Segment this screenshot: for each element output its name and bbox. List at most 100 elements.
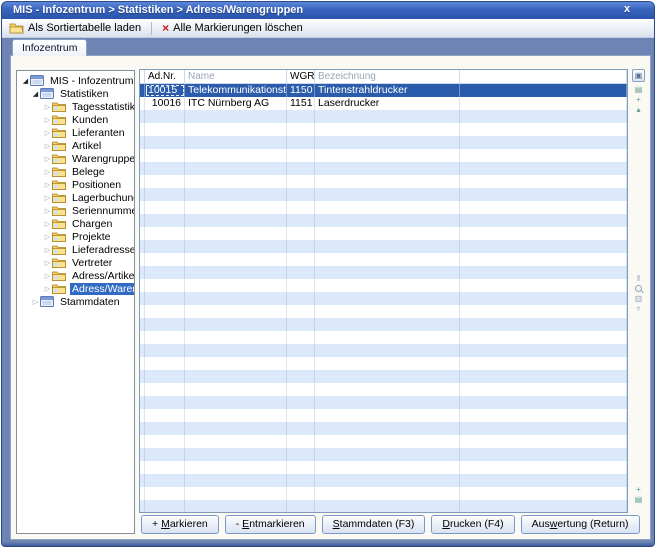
tree-expand-icon[interactable]: ▷ <box>43 272 52 280</box>
sort-up-icon[interactable]: ▴ <box>632 105 645 115</box>
tree-item-artikel[interactable]: ▷ Artikel <box>17 139 134 152</box>
close-button[interactable]: x <box>620 2 634 18</box>
empty-table-row[interactable] <box>140 266 627 279</box>
tree-expand-icon[interactable]: ▷ <box>43 233 52 241</box>
clear-marks-button[interactable]: × Alle Markierungen löschen <box>155 20 310 37</box>
tree-expand-icon[interactable]: ▷ <box>43 129 52 137</box>
empty-table-row[interactable] <box>140 357 627 370</box>
add-icon[interactable]: + <box>632 485 645 495</box>
column-header-name[interactable]: Name <box>185 70 287 83</box>
tree-item-lagerbuchungen[interactable]: ▷ Lagerbuchungen <box>17 191 134 204</box>
tree-item-warengruppen[interactable]: ▷ Warengruppen <box>17 152 134 165</box>
tab-infozentrum[interactable]: Infozentrum <box>12 39 87 56</box>
tree-item-statistiken[interactable]: ◢ Statistiken <box>17 87 134 100</box>
cell-adnr[interactable]: 10015 <box>145 84 185 97</box>
tree-expand-icon[interactable]: ▷ <box>43 194 52 202</box>
cell-empty[interactable] <box>460 97 627 110</box>
empty-table-row[interactable] <box>140 435 627 448</box>
group-icon[interactable]: ▤ <box>632 495 645 505</box>
empty-table-row[interactable] <box>140 448 627 461</box>
tree-item-lieferadressen[interactable]: ▷ Lieferadressen <box>17 243 134 256</box>
tree-expand-icon[interactable]: ▷ <box>43 246 52 254</box>
empty-table-row[interactable] <box>140 305 627 318</box>
tree-expand-icon[interactable]: ▷ <box>43 259 52 267</box>
cell-empty[interactable] <box>460 84 627 97</box>
tree-item-projekte[interactable]: ▷ Projekte <box>17 230 134 243</box>
empty-table-row[interactable] <box>140 396 627 409</box>
empty-table-row[interactable] <box>140 227 627 240</box>
cell-wgr[interactable]: 1150 <box>287 84 315 97</box>
cell-bezeichnung[interactable]: Tintenstrahldrucker <box>315 84 460 97</box>
cell-adnr[interactable]: 10016 <box>145 97 185 110</box>
group-rows-icon[interactable]: ▤ <box>632 85 645 95</box>
cell-name[interactable]: ITC Nürnberg AG <box>185 97 287 110</box>
empty-table-row[interactable] <box>140 487 627 500</box>
tree-item-kunden[interactable]: ▷ Kunden <box>17 113 134 126</box>
tree-expand-icon[interactable]: ▷ <box>43 285 52 293</box>
filter-icon[interactable]: ▿ <box>632 304 645 314</box>
column-header-wgr[interactable]: WGR <box>287 70 315 83</box>
empty-table-row[interactable] <box>140 500 627 513</box>
tree-expand-icon[interactable]: ▷ <box>43 103 52 111</box>
empty-table-row[interactable] <box>140 162 627 175</box>
tree-expand-icon[interactable]: ▷ <box>43 207 52 215</box>
tree-expand-icon[interactable]: ▷ <box>43 220 52 228</box>
tree-expand-icon[interactable]: ▷ <box>43 181 52 189</box>
freeze-columns-icon[interactable]: ‖ <box>632 274 645 284</box>
tree-expand-icon[interactable]: ▷ <box>43 155 52 163</box>
tree-expand-icon[interactable]: ▷ <box>43 116 52 124</box>
grid-menu-icon[interactable]: ▣ <box>632 69 645 82</box>
empty-table-row[interactable] <box>140 123 627 136</box>
empty-table-row[interactable] <box>140 136 627 149</box>
empty-table-row[interactable] <box>140 474 627 487</box>
cell-name[interactable]: Telekommunikationste <box>185 84 287 97</box>
empty-table-row[interactable] <box>140 240 627 253</box>
tree-item-mis-infozentrum[interactable]: ◢ MIS - Infozentrum <box>17 74 134 87</box>
column-header-empty[interactable] <box>460 70 627 83</box>
empty-table-row[interactable] <box>140 344 627 357</box>
column-header-adnr[interactable]: Ad.Nr. ▼ <box>145 70 185 83</box>
tree-item-lieferanten[interactable]: ▷ Lieferanten <box>17 126 134 139</box>
footer-button-markieren[interactable]: + Markieren <box>141 515 219 534</box>
tree-expand-icon[interactable]: ▷ <box>31 298 40 306</box>
empty-table-row[interactable] <box>140 292 627 305</box>
empty-table-row[interactable] <box>140 422 627 435</box>
footer-button-stammdaten-f3[interactable]: Stammdaten (F3) <box>322 515 426 534</box>
empty-table-row[interactable] <box>140 331 627 344</box>
tree-expand-icon[interactable]: ▷ <box>43 168 52 176</box>
tree-item-chargen[interactable]: ▷ Chargen <box>17 217 134 230</box>
tree-item-tagesstatistik[interactable]: ▷ Tagesstatistik <box>17 100 134 113</box>
select-cells-icon[interactable]: ▥ <box>632 294 645 304</box>
column-header-bezeichnung[interactable]: Bezeichnung <box>315 70 460 83</box>
tree-item-stammdaten[interactable]: ▷ Stammdaten <box>17 295 134 308</box>
empty-table-row[interactable] <box>140 149 627 162</box>
tree-item-adress-artikel[interactable]: ▷ Adress/Artikel <box>17 269 134 282</box>
empty-table-row[interactable] <box>140 318 627 331</box>
load-sort-table-button[interactable]: Als Sortiertabelle laden <box>2 20 148 37</box>
empty-table-row[interactable] <box>140 214 627 227</box>
cell-wgr[interactable]: 1151 <box>287 97 315 110</box>
empty-table-row[interactable] <box>140 279 627 292</box>
tree-item-vertreter[interactable]: ▷ Vertreter <box>17 256 134 269</box>
empty-table-row[interactable] <box>140 253 627 266</box>
tree-item-belege[interactable]: ▷ Belege <box>17 165 134 178</box>
tree-item-adress-warengruppen[interactable]: ▷ Adress/Warengruppen <box>17 282 134 295</box>
tree-item-seriennummern[interactable]: ▷ Seriennummern <box>17 204 134 217</box>
empty-table-row[interactable] <box>140 201 627 214</box>
search-icon[interactable] <box>632 284 645 294</box>
cell-bezeichnung[interactable]: Laserdrucker <box>315 97 460 110</box>
empty-table-row[interactable] <box>140 370 627 383</box>
tree-expand-icon[interactable]: ◢ <box>31 90 40 98</box>
footer-button-auswertung-return[interactable]: Auswertung (Return) <box>521 515 640 534</box>
tree-expand-icon[interactable]: ▷ <box>43 142 52 150</box>
empty-table-row[interactable] <box>140 409 627 422</box>
tree-item-positionen[interactable]: ▷ Positionen <box>17 178 134 191</box>
footer-button-entmarkieren[interactable]: - Entmarkieren <box>225 515 316 534</box>
tree-expand-icon[interactable]: ◢ <box>21 77 30 85</box>
empty-table-row[interactable] <box>140 461 627 474</box>
table-row[interactable]: 10016 ITC Nürnberg AG 1151 Laserdrucker <box>140 97 627 110</box>
table-row[interactable]: 10015 Telekommunikationste 1150 Tintenst… <box>140 84 627 97</box>
empty-table-row[interactable] <box>140 383 627 396</box>
footer-button-drucken-f4[interactable]: Drucken (F4) <box>431 515 514 534</box>
empty-table-row[interactable] <box>140 188 627 201</box>
